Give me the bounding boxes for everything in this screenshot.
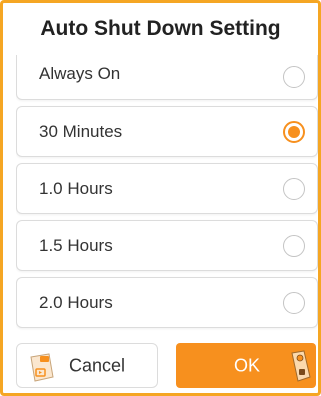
dialog-title: Auto Shut Down Setting: [40, 17, 281, 40]
option-1-5-hours[interactable]: 1.5 Hours: [16, 220, 318, 271]
cancel-button[interactable]: Cancel: [16, 343, 158, 388]
radio-button[interactable]: [283, 66, 305, 88]
option-label: 1.5 Hours: [39, 235, 113, 255]
option-always-on[interactable]: Always On: [16, 55, 318, 100]
ok-label: OK: [234, 355, 261, 375]
option-2-0-hours[interactable]: 2.0 Hours: [16, 277, 318, 328]
option-label: Always On: [39, 64, 121, 84]
device-watermark-icon: [291, 350, 311, 382]
remote-control-icon: [30, 353, 54, 382]
radio-button[interactable]: [283, 177, 305, 200]
option-label: 1.0 Hours: [39, 178, 113, 198]
option-30-minutes[interactable]: 30 Minutes: [16, 106, 318, 157]
option-label: 30 Minutes: [39, 121, 123, 141]
ok-button[interactable]: OK: [176, 343, 316, 388]
shutdown-options-list[interactable]: Always On 30 Minutes 1.0 Hours 1.5 Hours…: [16, 55, 318, 331]
option-label: 2.0 Hours: [39, 292, 113, 312]
radio-button[interactable]: [283, 234, 305, 257]
radio-button[interactable]: [283, 291, 305, 314]
option-1-0-hours[interactable]: 1.0 Hours: [16, 163, 318, 214]
auto-shutdown-dialog: Auto Shut Down Setting Always On 30 Minu…: [0, 0, 321, 396]
cancel-label: Cancel: [69, 355, 126, 375]
radio-button-selected[interactable]: [283, 120, 305, 143]
